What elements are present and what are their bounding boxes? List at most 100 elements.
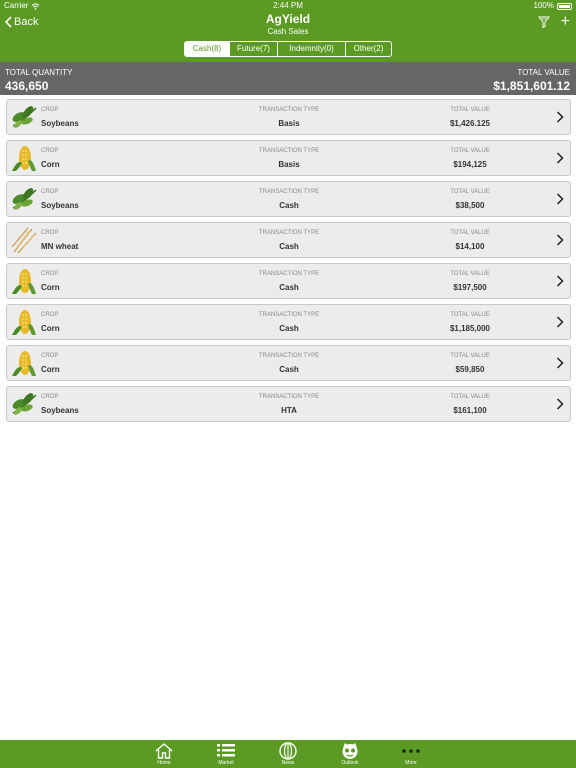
- bottom-tab-bar: Home Market News Outlook More: [0, 740, 576, 768]
- crop-label: CROP: [41, 148, 59, 154]
- total-value-value: $14,100: [455, 242, 485, 251]
- transaction-type-value: Cash: [279, 365, 299, 374]
- tab-outlook[interactable]: Outlook: [330, 740, 370, 768]
- sales-list: CROP Soybeans TRANSACTION TYPE Basis TOT…: [6, 99, 571, 427]
- corn-icon: [10, 350, 38, 377]
- battery-percent: 100%: [533, 1, 554, 10]
- tab-more[interactable]: More: [391, 740, 431, 768]
- chevron-right-icon: [556, 193, 564, 205]
- transaction-type-label: TRANSACTION TYPE: [258, 107, 320, 113]
- total-value-value: $194,125: [453, 160, 487, 169]
- total-value-label: TOTAL VALUE: [517, 68, 570, 77]
- crop-name: Corn: [41, 324, 60, 333]
- tab-more-label: More: [405, 760, 417, 766]
- list-item[interactable]: CROP Corn TRANSACTION TYPE Cash TOTAL VA…: [6, 345, 571, 381]
- list-item[interactable]: CROP Corn TRANSACTION TYPE Basis TOTAL V…: [6, 140, 571, 176]
- total-value-label: TOTAL VALUE: [450, 271, 490, 277]
- total-value-value: $161,100: [453, 406, 487, 415]
- status-bar: Carrier 2:44 PM 100%: [0, 0, 576, 12]
- list-item[interactable]: CROP MN wheat TRANSACTION TYPE Cash TOTA…: [6, 222, 571, 258]
- corn-icon: [10, 309, 38, 336]
- tab-news[interactable]: News: [268, 740, 308, 768]
- total-value-value: $1,851,601.12: [493, 79, 570, 93]
- tab-news-label: News: [281, 760, 295, 766]
- transaction-type-label: TRANSACTION TYPE: [258, 148, 320, 154]
- transaction-type-label: TRANSACTION TYPE: [258, 230, 320, 236]
- corn-icon: [10, 268, 38, 295]
- totals-bar: TOTAL QUANTITY 436,650 TOTAL VALUE $1,85…: [0, 62, 576, 95]
- more-dots-icon: [402, 749, 420, 753]
- chevron-right-icon: [556, 398, 564, 410]
- tab-indemnity[interactable]: Indemnity(0): [277, 42, 345, 56]
- wheat-icon: [10, 227, 38, 254]
- total-value-value: $1,185,000: [449, 324, 491, 333]
- total-value-value: $1,426.125: [449, 119, 491, 128]
- crop-name: Corn: [41, 283, 60, 292]
- crop-label: CROP: [41, 189, 59, 195]
- transaction-type-label: TRANSACTION TYPE: [258, 312, 320, 318]
- tab-market[interactable]: Market: [206, 740, 246, 768]
- total-value-label: TOTAL VALUE: [450, 312, 490, 318]
- list-item[interactable]: CROP Soybeans TRANSACTION TYPE Cash TOTA…: [6, 181, 571, 217]
- page-title: AgYield: [265, 12, 311, 26]
- list-icon: [217, 744, 235, 757]
- total-value-label: TOTAL VALUE: [450, 394, 490, 400]
- transaction-type-label: TRANSACTION TYPE: [258, 353, 320, 359]
- corn-icon: [10, 145, 38, 172]
- chevron-right-icon: [556, 275, 564, 287]
- crop-name: Soybeans: [41, 119, 79, 128]
- chevron-right-icon: [556, 111, 564, 123]
- list-item[interactable]: CROP Corn TRANSACTION TYPE Cash TOTAL VA…: [6, 304, 571, 340]
- total-value-label: TOTAL VALUE: [450, 353, 490, 359]
- list-item[interactable]: CROP Soybeans TRANSACTION TYPE Basis TOT…: [6, 99, 571, 135]
- crop-name: Corn: [41, 365, 60, 374]
- transaction-type-value: Cash: [279, 242, 299, 251]
- soybean-icon: [10, 104, 38, 131]
- crop-label: CROP: [41, 271, 59, 277]
- transaction-type-value: Cash: [279, 201, 299, 210]
- transaction-type-label: TRANSACTION TYPE: [258, 394, 320, 400]
- transaction-type-value: Cash: [279, 324, 299, 333]
- segmented-control: Cash(8) Future(7) Indemnity(0) Other(2): [184, 41, 392, 57]
- transaction-type-label: TRANSACTION TYPE: [258, 271, 320, 277]
- crop-label: CROP: [41, 107, 59, 113]
- chevron-right-icon: [556, 234, 564, 246]
- transaction-type-value: Basis: [278, 160, 300, 169]
- list-item[interactable]: CROP Corn TRANSACTION TYPE Cash TOTAL VA…: [6, 263, 571, 299]
- total-value-value: $59,850: [455, 365, 485, 374]
- tab-home[interactable]: Home: [144, 740, 184, 768]
- crop-name: Corn: [41, 160, 60, 169]
- list-item[interactable]: CROP Soybeans TRANSACTION TYPE HTA TOTAL…: [6, 386, 571, 422]
- tab-future[interactable]: Future(7): [229, 42, 277, 56]
- tab-outlook-label: Outlook: [341, 760, 359, 766]
- soybean-icon: [10, 186, 38, 213]
- crop-label: CROP: [41, 394, 59, 400]
- home-icon: [155, 743, 173, 759]
- crop-name: Soybeans: [41, 201, 79, 210]
- soybean-icon: [10, 391, 38, 418]
- crop-label: CROP: [41, 230, 59, 236]
- total-value-label: TOTAL VALUE: [450, 148, 490, 154]
- total-quantity-label: TOTAL QUANTITY: [5, 68, 73, 77]
- add-icon[interactable]: +: [561, 14, 570, 30]
- total-value-value: $197,500: [453, 283, 487, 292]
- total-value-label: TOTAL VALUE: [450, 189, 490, 195]
- crop-label: CROP: [41, 353, 59, 359]
- app-root: Carrier 2:44 PM 100% Back AgYield Cash S…: [0, 0, 576, 768]
- tab-market-label: Market: [218, 760, 234, 766]
- total-quantity-value: 436,650: [5, 79, 49, 93]
- chevron-right-icon: [556, 152, 564, 164]
- tab-cash[interactable]: Cash(8): [185, 42, 229, 56]
- page-subtitle: Cash Sales: [267, 27, 309, 36]
- crop-label: CROP: [41, 312, 59, 318]
- transaction-type-value: Basis: [278, 119, 300, 128]
- battery-icon: [557, 2, 572, 10]
- filter-icon[interactable]: [538, 16, 550, 28]
- status-battery-group: 100%: [534, 0, 572, 12]
- tab-other[interactable]: Other(2): [345, 42, 391, 56]
- crop-name: Soybeans: [41, 406, 79, 415]
- total-value-value: $38,500: [455, 201, 485, 210]
- outlook-icon: [342, 743, 358, 759]
- transaction-type-value: Cash: [279, 283, 299, 292]
- total-value-label: TOTAL VALUE: [450, 107, 490, 113]
